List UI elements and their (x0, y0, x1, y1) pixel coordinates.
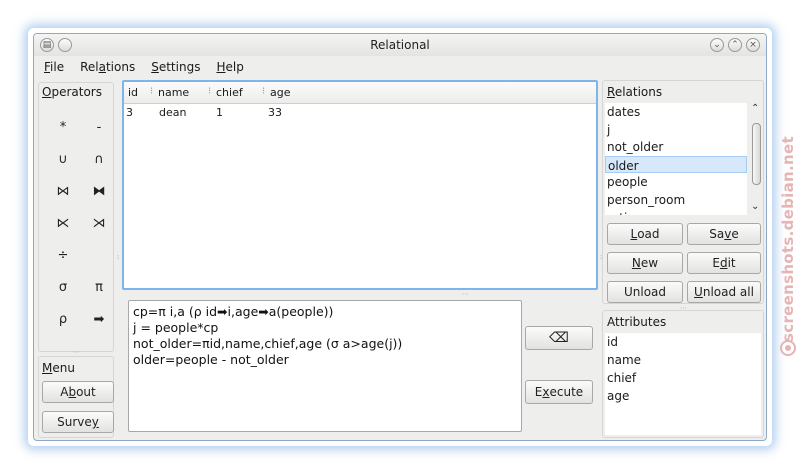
vertical-splitter-left[interactable]: ⁝ (117, 254, 119, 262)
relations-list[interactable]: dates j not_older older people person_ro… (605, 103, 747, 215)
splitter-handle[interactable]: ⋯ (72, 348, 79, 356)
close-icon[interactable]: × (746, 38, 760, 52)
minimize-icon[interactable]: ⌄ (710, 38, 724, 52)
cell-chief: 1 (216, 106, 223, 119)
relations-panel: Relations dates j not_older older people… (602, 80, 764, 304)
about-button[interactable]: Ab out (42, 381, 114, 403)
list-item: chief (607, 371, 637, 385)
watermark: screenshots.debian.net (776, 120, 800, 370)
operator-grid-spacer (81, 239, 117, 271)
table-header: id name chief age (124, 82, 596, 104)
menu-settings[interactable]: Settings (149, 56, 208, 78)
outer-join-operator-button[interactable]: ⧓ (81, 175, 117, 207)
window-title: Relational (370, 38, 430, 52)
maximize-icon[interactable]: ⌃ (728, 38, 742, 52)
menu-panel: Menu Ab out Surve y (38, 356, 114, 438)
list-item[interactable]: person_room (605, 191, 747, 209)
selection-operator-button[interactable]: σ (45, 271, 81, 303)
projection-operator-button[interactable]: π (81, 271, 117, 303)
menu-label: Menu (42, 361, 75, 375)
query-line: cp=π i,a (ρ id➡i,age➡a(people)) (133, 304, 334, 319)
menu-file[interactable]: File (42, 56, 72, 78)
result-table[interactable]: id name chief age 3 dean 1 33 (122, 80, 598, 290)
app-window: ▤ Relational ⌄ ⌃ × File Relations Settin… (33, 33, 767, 441)
query-line: j = people*cp (133, 320, 219, 335)
column-header-age[interactable]: age (262, 82, 326, 103)
difference-operator-button[interactable]: - (81, 111, 117, 143)
list-item: age (607, 389, 630, 403)
operators-label: Operators (42, 85, 102, 99)
attributes-label: Attributes (607, 315, 667, 329)
cell-name: dean (159, 106, 187, 119)
scroll-up-icon[interactable]: ⌃ (751, 103, 759, 114)
list-item: name (607, 353, 642, 367)
division-operator-button[interactable]: ÷ (45, 239, 81, 271)
column-header-name[interactable]: name (150, 82, 212, 103)
cell-id: 3 (126, 106, 133, 119)
unload-all-button[interactable]: Unload all (687, 281, 761, 303)
load-button[interactable]: Load (607, 223, 683, 245)
execute-button[interactable]: Ex ecute (525, 380, 593, 404)
list-item-selected[interactable]: older (605, 155, 747, 174)
survey-button[interactable]: Surve y (42, 411, 114, 433)
relations-scrollbar[interactable]: ⌃ ⌄ (749, 103, 763, 215)
new-button[interactable]: New (607, 252, 683, 274)
arrow-operator-button[interactable]: ➡ (81, 303, 117, 335)
list-item[interactable]: ratings (605, 209, 747, 215)
product-operator-button[interactable]: * (45, 111, 81, 143)
query-line: older=people - not_older (133, 352, 289, 367)
table-row[interactable]: 3 dean 1 33 (124, 106, 306, 119)
natural-join-operator-button[interactable]: ⋈ (45, 175, 81, 207)
union-operator-button[interactable]: ∪ (45, 143, 81, 175)
list-item[interactable]: not_older (605, 138, 747, 156)
left-join-operator-button[interactable]: ⋉ (45, 207, 81, 239)
list-item: id (607, 335, 618, 349)
intersection-operator-button[interactable]: ∩ (81, 143, 117, 175)
attributes-panel: Attributes id name chief age (602, 310, 764, 438)
unload-button[interactable]: Unload (607, 281, 683, 303)
query-line: not_older=πid,name,chief,age (σ a>age(j)… (133, 336, 403, 351)
column-header-chief[interactable]: chief (208, 82, 266, 103)
menu-help[interactable]: Help (214, 56, 251, 78)
relations-label: Relations (607, 85, 663, 99)
menu-bar: File Relations Settings Help (34, 56, 766, 78)
operator-grid: * - ∪ ∩ ⋈ ⧓ ⋉ ⋊ ÷ σ π ρ ➡ (45, 111, 117, 335)
right-join-operator-button[interactable]: ⋊ (81, 207, 117, 239)
title-bar[interactable]: ▤ Relational ⌄ ⌃ × (34, 34, 766, 56)
list-item[interactable]: j (605, 121, 747, 139)
operators-panel: Operators * - ∪ ∩ ⋈ ⧓ ⋉ ⋊ ÷ σ π ρ ➡ (38, 82, 114, 352)
attributes-list[interactable]: id name chief age (605, 333, 761, 435)
scroll-thumb[interactable] (752, 123, 761, 185)
list-item[interactable]: dates (605, 103, 747, 121)
watermark-text: screenshots.debian.net (779, 136, 797, 342)
query-editor[interactable]: cp=π i,a (ρ id➡i,age➡a(people)) j = peop… (128, 300, 522, 432)
list-item[interactable]: people (605, 173, 747, 191)
save-button[interactable]: Sa v e (687, 223, 761, 245)
edit-button[interactable]: Ed it (687, 252, 761, 274)
menu-relations[interactable]: Relations (78, 56, 143, 78)
clear-query-button[interactable]: ⌫ (525, 326, 593, 350)
scroll-down-icon[interactable]: ⌄ (751, 201, 759, 212)
horizontal-splitter[interactable]: ⋯ (462, 290, 469, 298)
cell-age: 33 (268, 106, 282, 119)
backspace-icon: ⌫ (549, 330, 569, 346)
watermark-logo-icon (780, 340, 796, 356)
rename-operator-button[interactable]: ρ (45, 303, 81, 335)
